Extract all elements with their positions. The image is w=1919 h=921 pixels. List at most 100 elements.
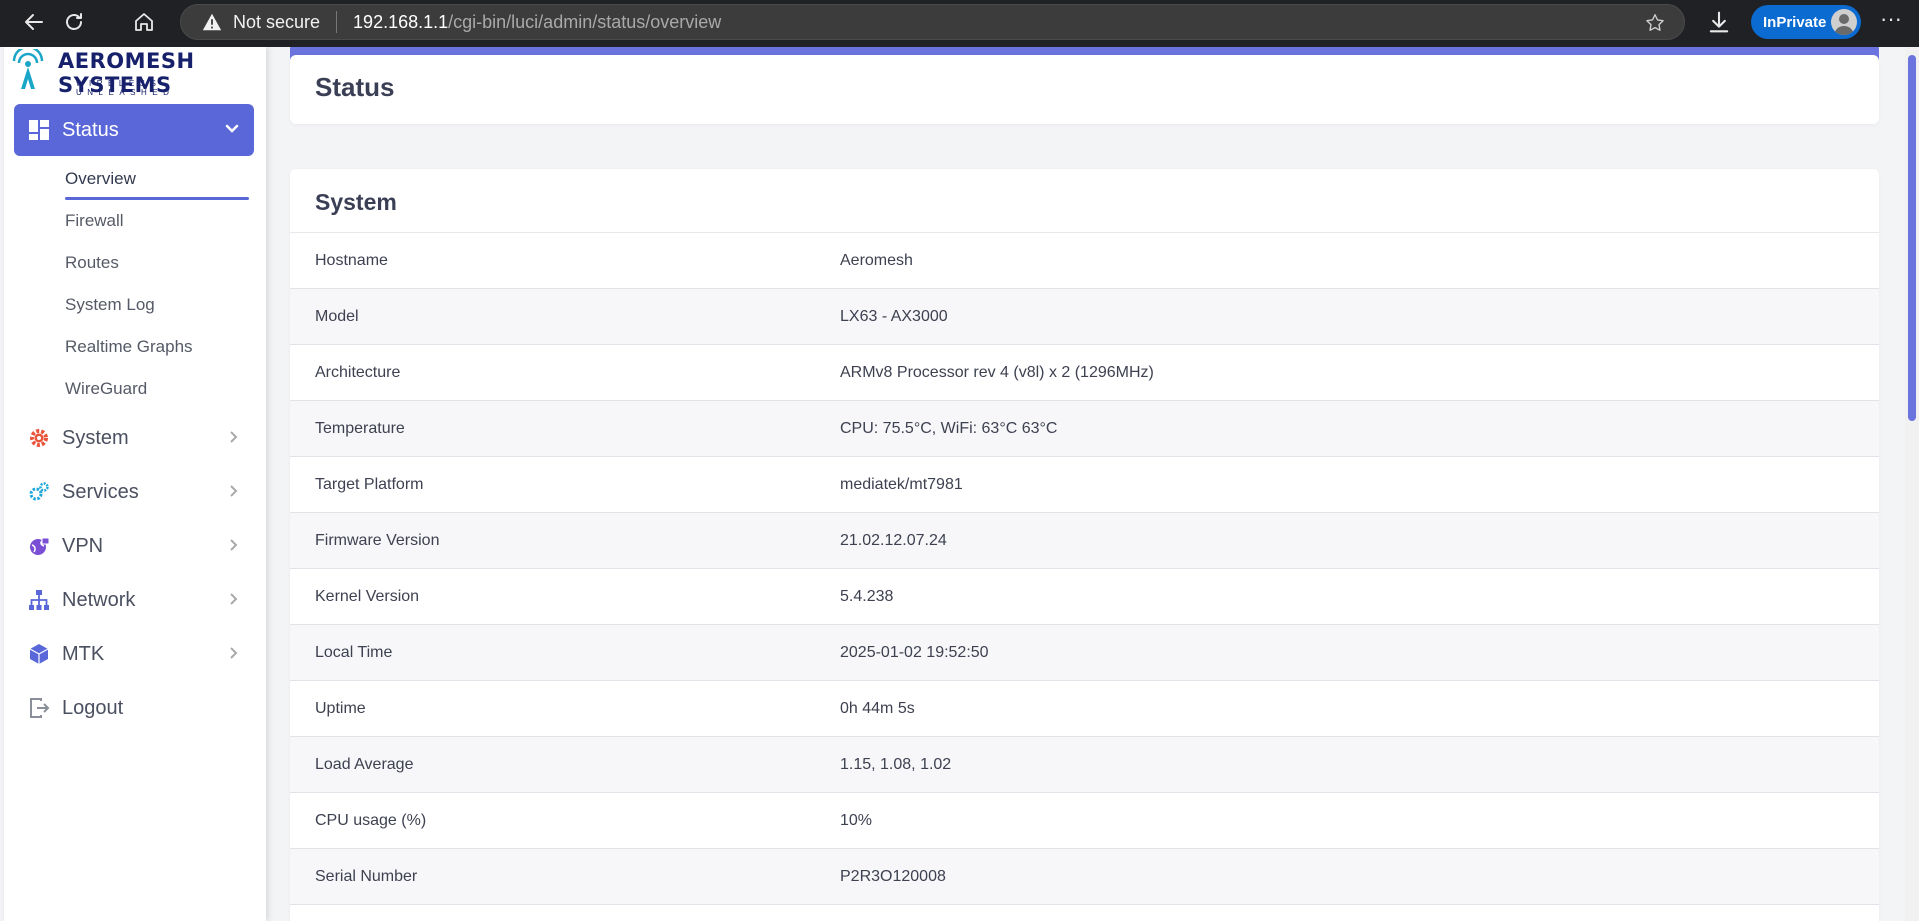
row-key: Temperature <box>315 419 405 437</box>
row-value: 2025-01-02 19:52:50 <box>840 643 989 661</box>
row-key: Architecture <box>315 363 401 381</box>
chevron-down-icon <box>225 124 239 133</box>
table-row: Uptime 0h 44m 5s <box>290 681 1879 737</box>
sidebar-sub-routes[interactable]: Routes <box>65 253 119 273</box>
url-host: 192.168.1.1 <box>353 11 449 32</box>
page-title: Status <box>315 72 395 102</box>
warning-icon <box>202 13 222 31</box>
table-row: Kernel Version 5.4.238 <box>290 569 1879 625</box>
table-row: CPU usage (%) 10% <box>290 793 1879 849</box>
cube-icon <box>29 644 49 664</box>
sidebar-sub-overview[interactable]: Overview <box>65 169 136 189</box>
chevron-right-icon <box>230 593 238 605</box>
row-value: ARMv8 Processor rev 4 (v8l) x 2 (1296MHz… <box>840 363 1154 381</box>
chevron-right-icon <box>230 539 238 551</box>
sidebar-sub-firewall[interactable]: Firewall <box>65 211 124 231</box>
table-row: Temperature CPU: 75.5°C, WiFi: 63°C 63°C <box>290 401 1879 457</box>
globe-lock-icon <box>30 537 50 555</box>
gear-icon <box>30 429 48 447</box>
profile-icon <box>1834 14 1854 35</box>
row-key: Firmware Version <box>315 531 440 549</box>
sidebar-item-services[interactable]: Services <box>14 472 254 512</box>
table-row: Hostname Aeromesh <box>290 233 1879 289</box>
row-key: Target Platform <box>315 475 424 493</box>
page-header: Status <box>290 55 1879 124</box>
inprivate-label: InPrivate <box>1763 13 1827 31</box>
active-indicator <box>65 197 249 200</box>
dashboard-icon <box>29 120 49 140</box>
favorite-star-icon[interactable] <box>1644 12 1666 34</box>
table-row: Model LX63 - AX3000 <box>290 289 1879 345</box>
chevron-right-icon <box>230 647 238 659</box>
address-bar[interactable]: Not secure 192.168.1.1/cgi-bin/luci/admi… <box>180 4 1685 40</box>
home-icon <box>135 13 153 31</box>
back-arrow-icon <box>25 14 43 30</box>
table-row: Target Platform mediatek/mt7981 <box>290 457 1879 513</box>
sidebar-item-label: MTK <box>62 642 105 665</box>
inprivate-badge[interactable]: InPrivate <box>1751 5 1861 39</box>
row-value: 21.02.12.07.24 <box>840 531 947 549</box>
row-key: Uptime <box>315 699 366 717</box>
address-separator <box>336 11 338 33</box>
sidebar-item-network[interactable]: Network <box>14 580 254 620</box>
row-value: Aeromesh <box>840 251 913 269</box>
home-button[interactable] <box>128 6 160 38</box>
refresh-icon <box>66 13 82 30</box>
more-options-button[interactable]: ··· <box>1876 8 1906 36</box>
row-key: Model <box>315 307 359 325</box>
table-row: Serial Number P2R3O120008 <box>290 849 1879 905</box>
back-button[interactable] <box>18 6 50 38</box>
row-key: Kernel Version <box>315 587 420 605</box>
row-value: 1.15, 1.08, 1.02 <box>840 755 952 773</box>
sidebar-item-label: Status <box>62 118 119 141</box>
section-title: System <box>315 189 397 215</box>
table-row: Architecture ARMv8 Processor rev 4 (v8l) … <box>290 345 1879 401</box>
sidebar-item-label: System <box>62 426 129 449</box>
profile-avatar <box>1831 9 1857 35</box>
page: AEROMESH SYSTEMS WIRELESS UNLEASHED Stat… <box>0 47 1919 921</box>
row-value: 5.4.238 <box>840 587 894 605</box>
page-scrollbar[interactable] <box>1905 47 1919 921</box>
sidebar-sub-wireguard[interactable]: WireGuard <box>65 379 147 399</box>
download-icon[interactable] <box>1705 8 1733 36</box>
chevron-right-icon <box>230 485 238 497</box>
sidebar-item-status[interactable]: Status <box>14 104 254 156</box>
table-row: Load Average 1.15, 1.08, 1.02 <box>290 737 1879 793</box>
row-key: Local Time <box>315 643 393 661</box>
row-key: Serial Number <box>315 867 418 885</box>
chevron-right-icon <box>230 431 238 443</box>
row-value: CPU: 75.5°C, WiFi: 63°C 63°C <box>840 419 1058 437</box>
network-tree-icon <box>29 590 49 610</box>
brand-logo[interactable]: AEROMESH SYSTEMS WIRELESS UNLEASHED <box>8 49 258 97</box>
cogs-icon <box>29 482 49 501</box>
row-key: CPU usage (%) <box>315 811 427 829</box>
table-row: Firmware Version 21.02.12.07.24 <box>290 513 1879 569</box>
brand-tagline: WIRELESS UNLEASHED <box>76 79 175 97</box>
row-value: 10% <box>840 811 873 829</box>
row-key: Load Average <box>315 755 414 773</box>
row-value: P2R3O120008 <box>840 867 946 885</box>
sidebar-item-system[interactable]: System <box>14 418 254 458</box>
system-card: System Hostname Aeromesh Model LX63 - AX30… <box>290 169 1879 921</box>
row-value: 0h 44m 5s <box>840 699 915 717</box>
sidebar-item-label: Network <box>62 588 136 611</box>
scrollbar-thumb[interactable] <box>1908 55 1916 421</box>
logout-icon <box>30 698 50 718</box>
sidebar: AEROMESH SYSTEMS WIRELESS UNLEASHED Stat… <box>4 47 266 921</box>
sidebar-item-logout[interactable]: Logout <box>14 688 254 728</box>
row-key: Hostname <box>315 251 388 269</box>
sidebar-sub-realtime-graphs[interactable]: Realtime Graphs <box>65 337 193 357</box>
antenna-logo-icon <box>12 49 44 89</box>
row-value: LX63 - AX3000 <box>840 307 948 325</box>
sidebar-sub-system-log[interactable]: System Log <box>65 295 155 315</box>
browser-toolbar: Not secure 192.168.1.1/cgi-bin/luci/admi… <box>0 0 1919 44</box>
sidebar-item-vpn[interactable]: VPN <box>14 526 254 566</box>
refresh-button[interactable] <box>58 6 90 38</box>
sidebar-item-label: Services <box>62 480 139 503</box>
not-secure-label[interactable]: Not secure <box>233 12 320 33</box>
sidebar-item-label: VPN <box>62 534 104 557</box>
url-path: /cgi-bin/luci/admin/status/overview <box>448 11 722 32</box>
sidebar-item-mtk[interactable]: MTK <box>14 634 254 674</box>
sidebar-item-label: Logout <box>62 696 124 719</box>
row-value: mediatek/mt7981 <box>840 475 963 493</box>
